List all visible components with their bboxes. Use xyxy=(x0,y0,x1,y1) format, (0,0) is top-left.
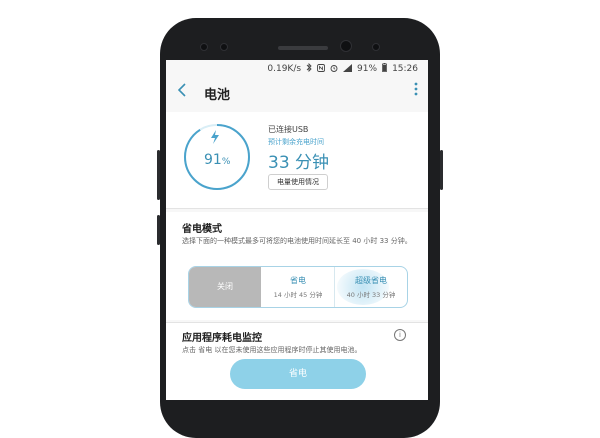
app-monitor-title: 应用程序耗电监控 xyxy=(182,333,262,344)
usb-connection-status: 已连接USB xyxy=(268,125,309,134)
mode-max-saving-label: 超级省电 xyxy=(355,276,387,285)
mode-saving-duration: 14 小时 45 分钟 xyxy=(273,291,323,299)
nfc-icon xyxy=(317,63,325,75)
page-title: 电池 xyxy=(204,88,231,103)
app-bar: 电池 xyxy=(166,76,428,110)
app-monitor-description: 点击 省电 以在您未使用这些应用程序时停止其使用电池。 xyxy=(182,346,362,354)
earpiece-speaker xyxy=(278,46,328,50)
bixby-button xyxy=(157,215,160,245)
mode-off-option[interactable]: 关闭 xyxy=(189,267,261,307)
iris-sensor xyxy=(200,43,208,51)
battery-usage-button[interactable]: 电量使用情况 xyxy=(268,174,328,190)
network-speed: 0.19K/s xyxy=(267,64,302,74)
remaining-charge-label: 预计剩余充电时间 xyxy=(268,138,324,146)
power-saving-description: 选择下面的一种模式最多可将您的电池使用时间延长至 40 小时 33 分钟。 xyxy=(182,237,412,245)
remaining-charge-time: 33 分钟 xyxy=(268,153,330,173)
battery-percent: 91% xyxy=(204,152,230,168)
save-power-button[interactable]: 省电 xyxy=(230,359,366,389)
power-button xyxy=(440,150,443,190)
status-bar: 0.19K/s 91% 15:26 xyxy=(166,60,428,76)
mode-max-saving-duration: 40 小时 33 分钟 xyxy=(346,291,396,299)
front-camera xyxy=(340,40,352,52)
app-power-monitor-section: 应用程序耗电监控 i 点击 省电 以在您未使用这些应用程序时停止其使用电池。 省… xyxy=(166,322,428,400)
info-icon[interactable]: i xyxy=(394,329,406,341)
volume-button xyxy=(157,150,160,200)
power-saving-section: 省电模式 选择下面的一种模式最多可将您的电池使用时间延长至 40 小时 33 分… xyxy=(166,212,428,320)
phone-screen: 0.19K/s 91% 15:26 电池 91% 已连接USB 预计剩余充电时间… xyxy=(166,60,428,400)
power-saving-title: 省电模式 xyxy=(182,224,222,235)
iris-sensor-right xyxy=(372,43,380,51)
bluetooth-icon xyxy=(306,62,312,75)
battery-percent-status: 91% xyxy=(357,64,378,74)
signal-icon xyxy=(343,63,353,75)
power-mode-selector: 关闭 省电 14 小时 45 分钟 超级省电 40 小时 33 分钟 xyxy=(188,266,408,308)
clock: 15:26 xyxy=(392,64,418,74)
mode-saving-option[interactable]: 省电 14 小时 45 分钟 xyxy=(262,267,334,307)
battery-status-card: 91% 已连接USB 预计剩余充电时间 33 分钟 电量使用情况 xyxy=(166,112,428,209)
battery-percent-value: 91 xyxy=(204,152,222,168)
battery-icon xyxy=(382,63,387,75)
mode-max-saving-option[interactable]: 超级省电 40 小时 33 分钟 xyxy=(335,267,407,307)
back-arrow-icon[interactable] xyxy=(177,83,186,101)
battery-percent-unit: % xyxy=(221,157,231,167)
mode-saving-label: 省电 xyxy=(290,276,306,285)
more-vert-icon[interactable] xyxy=(414,82,418,100)
proximity-sensor xyxy=(220,43,228,51)
alarm-icon xyxy=(330,64,338,75)
charging-bolt-icon xyxy=(210,130,220,148)
